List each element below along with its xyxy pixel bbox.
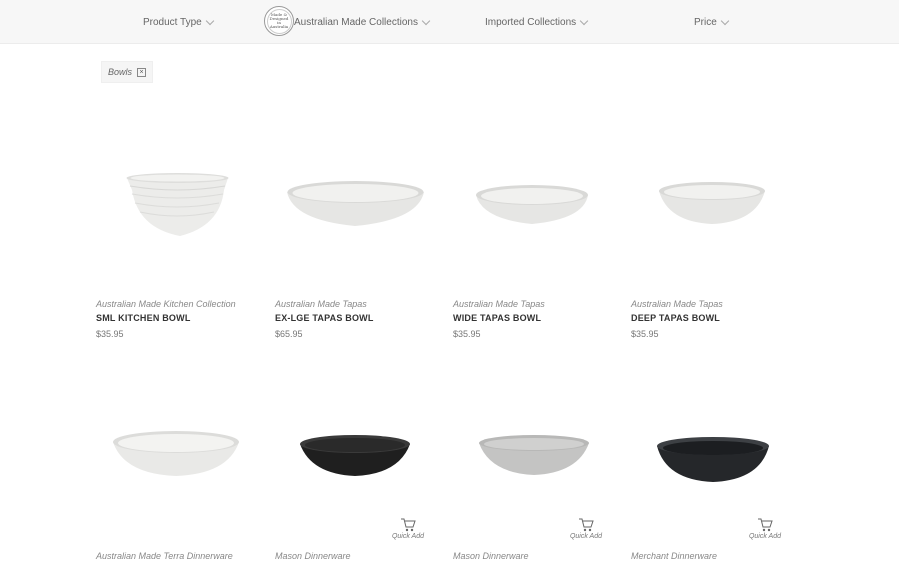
- product-collection: Australian Made Terra Dinnerware: [96, 551, 233, 561]
- chevron-down-icon: [205, 16, 214, 26]
- product-price: $35.95: [631, 329, 659, 339]
- chevron-down-icon: [579, 16, 589, 26]
- chevron-down-icon: [720, 16, 730, 26]
- quick-add-label: Quick Add: [748, 533, 782, 540]
- filter-imported-label: Imported Collections: [485, 17, 577, 28]
- product-collection: Australian Made Tapas: [275, 299, 367, 309]
- product-collection: Mason Dinnerware: [275, 551, 351, 561]
- product-price: $35.95: [96, 329, 124, 339]
- product-image[interactable]: [476, 433, 592, 479]
- product-collection: Merchant Dinnerware: [631, 551, 718, 561]
- product-image[interactable]: [110, 428, 242, 480]
- product-collection: Australian Made Kitchen Collection: [96, 299, 236, 309]
- product-image[interactable]: [283, 176, 428, 232]
- quick-add-button[interactable]: Quick Add: [745, 518, 785, 540]
- active-filter-label: Bowls: [108, 67, 133, 77]
- product-collection: Australian Made Tapas: [453, 299, 545, 309]
- cart-icon: [758, 518, 773, 532]
- product-name[interactable]: SML KITCHEN BOWL: [96, 313, 191, 323]
- product-collection: Australian Made Tapas: [631, 299, 723, 309]
- filter-bar: Product Type Made & Designed in Australi…: [0, 0, 899, 44]
- filter-australian-made-label: Australian Made Collections: [294, 17, 418, 28]
- product-image[interactable]: [472, 181, 592, 229]
- product-price: $65.95: [275, 329, 303, 339]
- product-name[interactable]: WIDE TAPAS BOWL: [453, 313, 541, 323]
- active-filter-tag: Bowls ×: [101, 61, 154, 83]
- cart-icon: [401, 518, 416, 532]
- filter-product-type-label: Product Type: [143, 17, 202, 28]
- filter-imported[interactable]: Imported Collections: [485, 16, 589, 28]
- quick-add-label: Quick Add: [391, 533, 425, 540]
- quick-add-button[interactable]: Quick Add: [388, 518, 428, 540]
- product-image[interactable]: [654, 434, 772, 484]
- chevron-down-icon: [421, 16, 431, 26]
- product-name[interactable]: EX-LGE TAPAS BOWL: [275, 313, 374, 323]
- product-collection: Mason Dinnerware: [453, 551, 529, 561]
- filter-price[interactable]: Price: [694, 16, 730, 28]
- close-icon[interactable]: ×: [137, 67, 147, 77]
- filter-product-type[interactable]: Product Type: [143, 16, 214, 28]
- product-price: $35.95: [453, 329, 481, 339]
- product-image[interactable]: [297, 432, 413, 480]
- quick-add-label: Quick Add: [569, 533, 603, 540]
- product-name[interactable]: DEEP TAPAS BOWL: [631, 313, 720, 323]
- made-in-australia-badge: Made & Designed in Australia: [264, 6, 294, 36]
- filter-price-label: Price: [694, 17, 717, 28]
- product-image[interactable]: [656, 178, 768, 228]
- product-image[interactable]: [120, 168, 235, 240]
- cart-icon: [579, 518, 594, 532]
- quick-add-button[interactable]: Quick Add: [566, 518, 606, 540]
- filter-australian-made[interactable]: Australian Made Collections: [294, 16, 431, 28]
